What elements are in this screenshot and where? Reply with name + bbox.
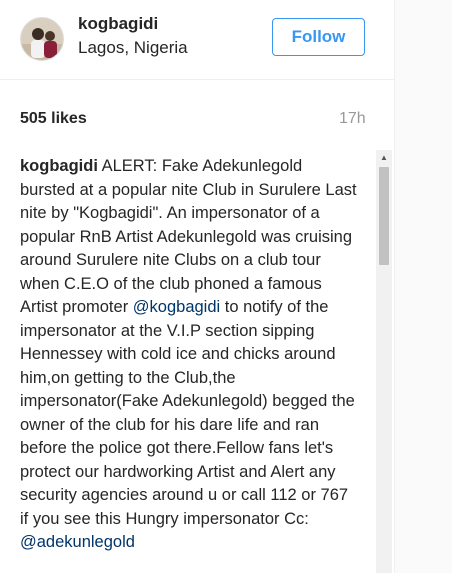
scroll-up-arrow-icon[interactable]: ▲	[376, 150, 392, 164]
avatar[interactable]	[20, 17, 64, 61]
likes-count[interactable]: 505 likes	[20, 110, 87, 128]
caption-scrollbar[interactable]: ▲	[376, 150, 392, 573]
caption-username[interactable]: kogbagidi	[20, 157, 98, 175]
caption-area: kogbagidi ALERT: Fake Adekunlegold burst…	[0, 140, 394, 573]
caption-mention-kogbagidi[interactable]: @kogbagidi	[133, 298, 220, 316]
follow-button[interactable]: Follow	[272, 18, 365, 56]
page-side-area	[394, 0, 452, 573]
post-username[interactable]: kogbagidi	[78, 14, 158, 34]
user-avatar-icon	[21, 18, 63, 60]
caption-mention-adekunlegold[interactable]: @adekunlegold	[20, 533, 135, 551]
caption-text-part-1: ALERT: Fake Adekunlegold bursted at a po…	[20, 157, 357, 316]
post-timestamp[interactable]: 17h	[339, 110, 366, 128]
post-header: kogbagidi Lagos, Nigeria Follow	[0, 0, 394, 80]
post-location[interactable]: Lagos, Nigeria	[78, 38, 188, 58]
scroll-thumb[interactable]	[379, 167, 389, 265]
caption-text-part-2: to notify of the impersonator at the V.I…	[20, 298, 355, 528]
post-stats: 505 likes 17h	[0, 80, 394, 140]
post-caption: kogbagidi ALERT: Fake Adekunlegold burst…	[20, 155, 360, 555]
post-panel: kogbagidi Lagos, Nigeria Follow 505 like…	[0, 0, 394, 573]
